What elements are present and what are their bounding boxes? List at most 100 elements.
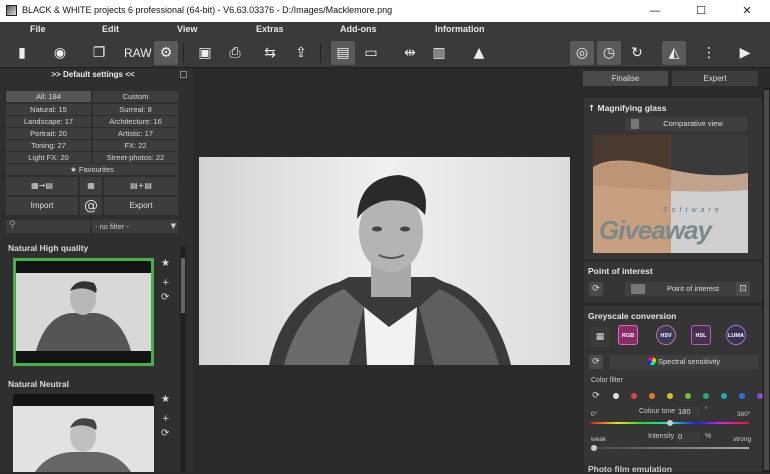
category-portrait[interactable]: Portrait: 20 [6,128,91,139]
slider-knob[interactable] [667,420,673,426]
share-icon[interactable]: ⇪ [289,41,313,65]
magnifier-header[interactable]: ↑ Magnifying glass [588,103,666,114]
close-button[interactable]: ✕ [724,0,770,22]
category-custom[interactable]: Custom [93,91,178,102]
color-filter-swatch[interactable] [757,393,763,399]
filter-dropdown[interactable]: - no filter - ▼ [92,220,178,233]
preset-thumbnail[interactable] [13,394,154,472]
mode-rgb[interactable]: RGB [618,325,638,345]
poi-button-label: Point of interest [666,284,720,293]
main-photo[interactable] [199,157,570,365]
scrollbar-thumb[interactable] [764,90,769,470]
magnifier-preview[interactable]: Software Giveaway [593,135,748,253]
category-all[interactable]: All: 184 [6,91,91,102]
tab-finalise[interactable]: Finalise [583,71,668,86]
colour-tone-input[interactable]: 180 [676,407,700,417]
presets-scrollbar[interactable] [180,246,186,472]
maximize-button[interactable]: ☐ [678,0,724,22]
category-light-fx[interactable]: Light FX: 20 [6,152,91,163]
menu-information[interactable]: Information [435,24,485,34]
search-input[interactable]: ⚲ [6,220,90,233]
star-icon[interactable]: ★ [161,394,170,405]
poi-title[interactable]: Point of interest [588,266,653,276]
import-button[interactable]: Import [6,197,78,215]
histogram-icon[interactable]: ▲ [467,41,491,65]
greyscale-title[interactable]: Greyscale conversion [588,311,676,321]
cursor-icon[interactable]: ▶ [733,41,757,65]
grid-settings-icon[interactable]: ▦ [80,177,102,195]
batch-icon[interactable]: ❐ [87,41,111,65]
split-view-icon[interactable]: ⋮ [697,41,721,65]
slider-knob[interactable] [591,445,597,451]
clock-settings-icon[interactable]: ◷ [597,41,621,65]
star-icon[interactable]: ★ [161,258,170,269]
plugin-icon[interactable]: ▤ [331,41,355,65]
refresh-icon[interactable]: ⟳ [589,282,603,296]
eye-preview-icon[interactable]: ◎ [570,41,594,65]
preset-thumbnail-selected[interactable] [13,258,154,366]
film-icon[interactable]: ▭ [359,41,383,65]
target-icon[interactable]: ⊡ [736,282,750,296]
mode-hsv[interactable]: HSV [656,325,676,345]
comparative-view-toggle[interactable]: Comparative view [625,117,747,131]
redo-icon[interactable]: ↻ [625,41,649,65]
scrollbar-thumb[interactable] [181,258,185,313]
plus-icon[interactable]: + [162,414,170,424]
color-filter-swatch[interactable] [667,393,673,399]
tab-expert[interactable]: Expert [672,71,758,86]
menu-view[interactable]: View [177,24,197,34]
export-button[interactable]: Export [104,197,178,215]
export-dropdown-icon[interactable]: ⇆ [258,41,282,65]
undock-icon[interactable] [180,71,187,78]
compare-icon[interactable]: ⇹ [398,41,422,65]
category-natural[interactable]: Natural: 15 [6,104,91,115]
category-fx[interactable]: FX: 22 [93,140,178,151]
print-icon[interactable]: ⎙ [223,41,247,65]
color-filter-swatch[interactable] [703,393,709,399]
at-sign-icon[interactable]: @ [80,197,102,215]
export-file-icon[interactable]: ▤+▤ [104,177,178,195]
menu-edit[interactable]: Edit [102,24,119,34]
color-filter-swatch[interactable] [739,393,745,399]
grid-mode-icon[interactable]: ▦ [590,327,610,347]
mode-hsl[interactable]: HSL [691,325,711,345]
menu-addons[interactable]: Add-ons [340,24,377,34]
spectral-sensitivity-button[interactable]: Spectral sensitivity [610,355,758,369]
open-image-icon[interactable]: ◉ [48,41,72,65]
color-filter-swatch[interactable] [613,393,619,399]
category-toning[interactable]: Toning: 27 [6,140,91,151]
intensity-input[interactable]: 0 [676,432,700,442]
intensity-slider[interactable] [591,445,749,451]
settings-image-icon[interactable]: ⚙ [154,41,178,65]
color-filter-swatch[interactable] [649,393,655,399]
menu-file[interactable]: File [30,24,46,34]
raw-button[interactable]: RAW [124,41,152,65]
save-icon[interactable]: ▣ [193,41,217,65]
color-filter-swatch[interactable] [685,393,691,399]
category-landscape[interactable]: Landscape: 17 [6,116,91,127]
colour-tone-slider[interactable] [591,420,749,426]
plus-icon[interactable]: + [162,278,170,288]
color-filter-swatch[interactable] [721,393,727,399]
minimize-button[interactable]: — [632,0,678,22]
poi-button[interactable]: Point of interest [625,282,747,296]
category-street-photos[interactable]: Street-photos: 22 [93,152,178,163]
mode-luma[interactable]: LUMA [726,325,746,345]
new-document-icon[interactable]: ▮ [10,41,34,65]
category-surreal[interactable]: Surreal: 8 [93,104,178,115]
category-architecture[interactable]: Architecture: 16 [93,116,178,127]
category-favourites[interactable]: ★ Favourites [6,164,178,175]
color-filter-swatch[interactable] [631,393,637,399]
refresh-icon[interactable]: ⟳ [161,428,169,439]
import-file-icon[interactable]: ▦→▤ [6,177,78,195]
menu-extras[interactable]: Extras [256,24,284,34]
flip-horizontal-icon[interactable]: ◭ [662,41,686,65]
refresh-icon[interactable]: ⟳ [589,389,603,403]
refresh-icon[interactable]: ⟳ [589,355,603,369]
film-emulation-title[interactable]: Photo film emulation [588,464,672,474]
refresh-icon[interactable]: ⟳ [161,292,169,303]
category-artistic[interactable]: Artistic: 17 [93,128,178,139]
panel-scrollbar[interactable] [763,88,770,472]
image-canvas[interactable] [193,68,580,472]
info-panel-icon[interactable]: ▥ [427,41,451,65]
